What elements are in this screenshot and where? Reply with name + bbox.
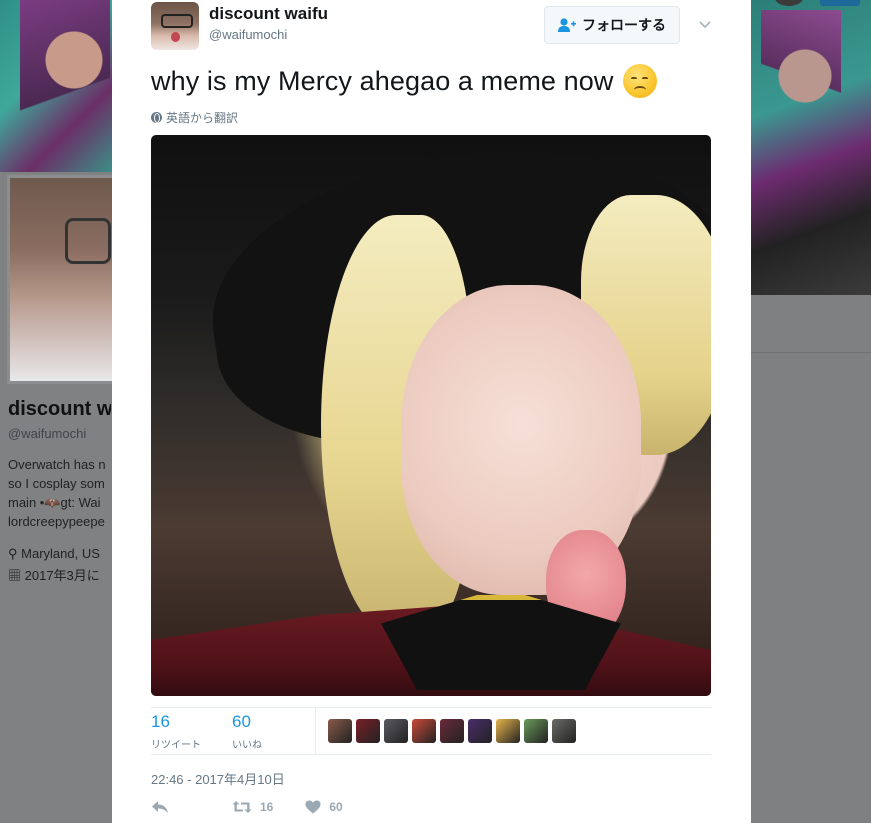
retweet-count: 16 <box>151 712 170 731</box>
like-count-label: いいね <box>232 740 262 751</box>
more-options-caret[interactable] <box>694 14 716 36</box>
heart-icon <box>305 800 321 814</box>
globe-icon <box>151 112 162 123</box>
liker-avatar[interactable] <box>496 719 520 743</box>
liker-avatar[interactable] <box>440 719 464 743</box>
joined-row: ▦ 2017年3月に <box>8 565 111 587</box>
retweet-count-stat[interactable]: 16 リツイート <box>151 712 201 751</box>
liker-avatar[interactable] <box>412 719 436 743</box>
divider <box>151 707 711 708</box>
retweet-icon <box>232 801 252 813</box>
location-row: ⚲ Maryland, US <box>8 543 111 565</box>
tweet-author-avatar[interactable] <box>151 2 199 50</box>
divider <box>315 708 316 754</box>
profile-avatar[interactable] <box>7 175 117 384</box>
tweet-photo[interactable] <box>151 135 711 696</box>
like-button[interactable]: 60 <box>305 800 343 814</box>
location-pin-icon: ⚲ <box>8 546 18 561</box>
like-count-stat[interactable]: 60 いいね <box>232 712 262 751</box>
bio-line: Overwatch has n <box>8 457 106 472</box>
liker-avatars <box>328 719 576 743</box>
profile-handle[interactable]: @waifumochi <box>8 426 111 441</box>
disappointed-face-icon <box>623 64 658 98</box>
retweet-action-count: 16 <box>260 800 274 814</box>
liker-avatar[interactable] <box>552 719 576 743</box>
background-sidebar <box>751 295 871 823</box>
tweet-text-body: why is my Mercy ahegao a meme now <box>151 65 614 96</box>
translate-label: 英語から翻訳 <box>166 111 239 125</box>
like-count: 60 <box>232 712 251 731</box>
tweet-text: why is my Mercy ahegao a meme now <box>151 64 658 98</box>
liker-avatar[interactable] <box>328 719 352 743</box>
calendar-icon: ▦ <box>8 568 22 583</box>
tweet-actions: 16 60 <box>151 800 343 814</box>
retweet-button[interactable]: 16 <box>232 800 273 814</box>
liker-avatar[interactable] <box>468 719 492 743</box>
liker-avatar[interactable] <box>384 719 408 743</box>
location-text: Maryland, US <box>21 546 100 561</box>
tweet-author-handle[interactable]: @waifumochi <box>209 27 287 42</box>
translate-tweet-link[interactable]: 英語から翻訳 <box>151 109 238 126</box>
tweet-timestamp[interactable]: 22:46 - 2017年4月10日 <box>151 769 285 788</box>
follow-label: フォローする <box>582 17 666 33</box>
nav-tweet-button[interactable] <box>820 0 860 6</box>
like-action-count: 60 <box>329 800 343 814</box>
profile-name[interactable]: discount w <box>8 398 111 421</box>
reply-icon <box>152 801 168 813</box>
tweet-permalink-modal: discount waifu @waifumochi フォローする why is… <box>112 0 751 823</box>
follow-button[interactable]: フォローする <box>544 6 680 44</box>
divider <box>151 754 711 755</box>
reply-button[interactable] <box>151 800 169 814</box>
profile-bio: Overwatch has n so I cosplay som main •🦇… <box>8 455 111 531</box>
profile-banner-right <box>751 0 871 295</box>
bio-line: main •🦇gt: Wai <box>8 495 101 510</box>
bio-line: so I cosplay som <box>8 476 105 491</box>
bio-line[interactable]: lordcreepypeepe <box>8 512 111 531</box>
liker-avatar[interactable] <box>524 719 548 743</box>
follow-user-icon <box>558 18 576 32</box>
chevron-down-icon <box>699 21 711 29</box>
retweet-count-label: リツイート <box>151 740 201 751</box>
tweet-author-name[interactable]: discount waifu <box>209 4 328 24</box>
profile-card: discount w @waifumochi Overwatch has n s… <box>8 398 111 587</box>
profile-meta: ⚲ Maryland, US ▦ 2017年3月に <box>8 543 111 587</box>
liker-avatar[interactable] <box>356 719 380 743</box>
profile-banner-left <box>0 0 112 172</box>
joined-text: 2017年3月に <box>24 568 100 583</box>
